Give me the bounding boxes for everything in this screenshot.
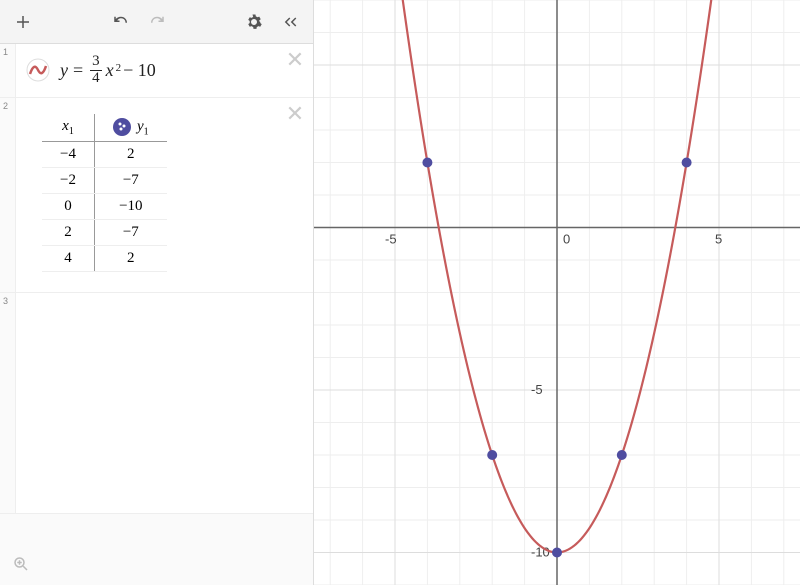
table-cell-y[interactable]: −7 <box>94 167 166 193</box>
axis-tick-label: 5 <box>715 232 722 247</box>
table-cell-x[interactable]: −2 <box>42 167 94 193</box>
expression-row[interactable]: 3 <box>0 293 313 514</box>
table-row[interactable]: −2−7 <box>42 167 167 193</box>
axis-tick-label: 0 <box>563 232 570 247</box>
table-cell-y[interactable]: −10 <box>94 193 166 219</box>
row-body <box>16 293 313 513</box>
table-cell-y[interactable]: 2 <box>94 245 166 271</box>
data-point[interactable] <box>682 158 692 168</box>
formula-fraction: 34 <box>90 54 102 87</box>
redo-icon <box>148 13 166 31</box>
formula-tail: − 10 <box>123 60 156 81</box>
undo-icon <box>112 13 130 31</box>
formula-y: y <box>60 60 68 81</box>
table-row[interactable]: −42 <box>42 141 167 167</box>
table-row[interactable]: 2−7 <box>42 219 167 245</box>
formula-equals: = <box>73 60 83 81</box>
data-point[interactable] <box>617 450 627 460</box>
redo-button[interactable] <box>142 7 172 37</box>
formula-x: x <box>106 60 114 81</box>
formula-display[interactable]: y= 34x2 − 10 <box>60 54 156 87</box>
table-cell-y[interactable]: −7 <box>94 219 166 245</box>
chevron-double-left-icon <box>281 13 299 31</box>
formula-power: 2 <box>116 62 122 74</box>
table-cell-x[interactable]: 0 <box>42 193 94 219</box>
undo-button[interactable] <box>106 7 136 37</box>
table-header-x[interactable]: x1 <box>42 114 94 142</box>
desmos-logo-icon <box>26 58 50 82</box>
axis-tick-label: -5 <box>385 232 397 247</box>
row-index: 1 <box>0 44 16 97</box>
zoom-in-icon <box>12 555 30 573</box>
delete-row-button[interactable]: ✕ <box>285 50 305 70</box>
table-cell-y[interactable]: 2 <box>94 141 166 167</box>
settings-button[interactable] <box>239 7 269 37</box>
table-cell-x[interactable]: −4 <box>42 141 94 167</box>
plus-icon <box>14 13 32 31</box>
sidebar-toolbar <box>0 0 313 44</box>
axis-tick-label: -5 <box>531 382 543 397</box>
row-index: 2 <box>0 98 16 292</box>
data-point[interactable] <box>487 450 497 460</box>
expression-row[interactable]: 1 ✕ y= 34x2 − 10 <box>0 44 313 98</box>
add-expression-button[interactable] <box>8 7 38 37</box>
row-body: x1y1−42−2−70−102−742 <box>16 98 313 292</box>
data-table[interactable]: x1y1−42−2−70−102−742 <box>26 108 167 282</box>
row-index: 3 <box>0 293 16 513</box>
table-header-y[interactable]: y1 <box>94 114 166 142</box>
expression-list: 1✕y=34x2 − 102✕x1y1−42−2−70−102−7423 <box>0 44 313 514</box>
expression-row[interactable]: 2✕x1y1−42−2−70−102−742 <box>0 98 313 293</box>
table-row[interactable]: 0−10 <box>42 193 167 219</box>
graph-pane[interactable]: -505-10-5 <box>314 0 800 585</box>
row-body: y= 34x2 − 10 <box>16 44 313 97</box>
table-row[interactable]: 42 <box>42 245 167 271</box>
data-point[interactable] <box>422 158 432 168</box>
table-cell-x[interactable]: 2 <box>42 219 94 245</box>
data-point[interactable] <box>552 548 562 558</box>
scatter-dots-icon[interactable] <box>113 118 131 136</box>
table-cell-x[interactable]: 4 <box>42 245 94 271</box>
collapse-sidebar-button[interactable] <box>275 7 305 37</box>
gear-icon <box>245 13 263 31</box>
zoom-fit-button[interactable] <box>6 549 36 579</box>
graph-canvas[interactable]: -505-10-5 <box>314 0 800 585</box>
expression-sidebar: 1✕y=34x2 − 102✕x1y1−42−2−70−102−7423 <box>0 0 314 585</box>
delete-row-button[interactable]: ✕ <box>285 104 305 124</box>
